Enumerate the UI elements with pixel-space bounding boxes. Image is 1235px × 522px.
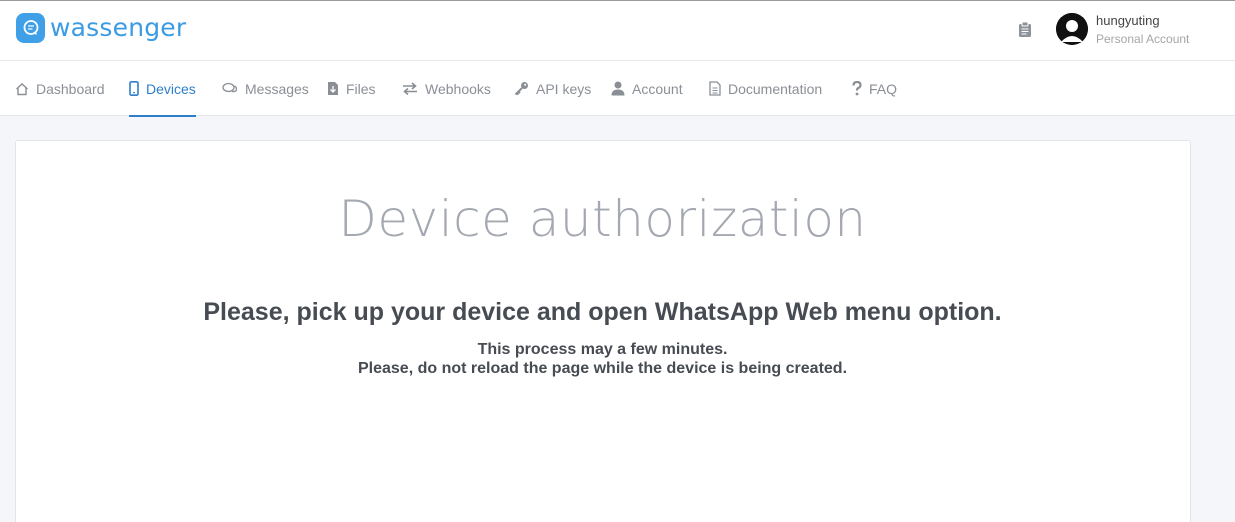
user-icon xyxy=(611,81,625,96)
reload-warning: Please, do not reload the page while the… xyxy=(357,360,848,377)
nav-item-label: Files xyxy=(346,80,376,97)
file-download-icon xyxy=(328,82,338,95)
nav-item-label: Messages xyxy=(245,80,309,97)
nav-item-webhooks[interactable]: Webhooks xyxy=(402,61,491,116)
nav-item-label: Devices xyxy=(146,80,196,97)
nav-item-label: Documentation xyxy=(728,80,823,97)
instruction-heading: Please, pick up your device and open Wha… xyxy=(203,298,1002,326)
nav-item-files[interactable]: Files xyxy=(327,61,376,116)
document-icon xyxy=(709,81,721,96)
nav-item-documentation[interactable]: Documentation xyxy=(709,61,822,116)
nav-item-label: API keys xyxy=(536,80,592,97)
brand-logo[interactable]: wassenger xyxy=(16,13,186,43)
user-avatar-icon[interactable] xyxy=(1056,13,1088,45)
nav-item-label: Webhooks xyxy=(425,80,491,97)
nav-item-label: Account xyxy=(632,80,683,97)
nav-item-faq[interactable]: FAQ xyxy=(852,61,897,116)
question-icon xyxy=(852,81,862,96)
account-type: Personal Account xyxy=(1096,32,1190,46)
nav-item-account[interactable]: Account xyxy=(611,61,683,116)
chat-bubble-icon xyxy=(16,13,45,43)
top-header: wassenger hungyuting Personal Account xyxy=(0,0,1235,61)
nav-item-dashboard[interactable]: Dashboard xyxy=(15,61,105,116)
chat-icon xyxy=(222,82,238,92)
nav-item-api-keys[interactable]: API keys xyxy=(514,61,591,116)
key-icon xyxy=(514,82,528,96)
exchange-icon xyxy=(403,82,417,95)
process-note: This process may a few minutes. xyxy=(477,341,728,358)
nav-item-label: Dashboard xyxy=(36,80,105,97)
page-title: Device authorization xyxy=(338,190,867,248)
home-icon xyxy=(16,82,28,95)
nav-item-label: FAQ xyxy=(869,80,898,97)
brand-name: wassenger xyxy=(50,13,187,42)
user-name[interactable]: hungyuting xyxy=(1096,13,1160,28)
nav-item-devices[interactable]: Devices xyxy=(129,61,196,117)
main-nav: Dashboard Devices Messages Files Webhook… xyxy=(0,61,1235,117)
mobile-icon xyxy=(129,81,139,96)
clipboard-icon[interactable] xyxy=(1018,21,1034,39)
nav-item-messages[interactable]: Messages xyxy=(222,61,309,116)
